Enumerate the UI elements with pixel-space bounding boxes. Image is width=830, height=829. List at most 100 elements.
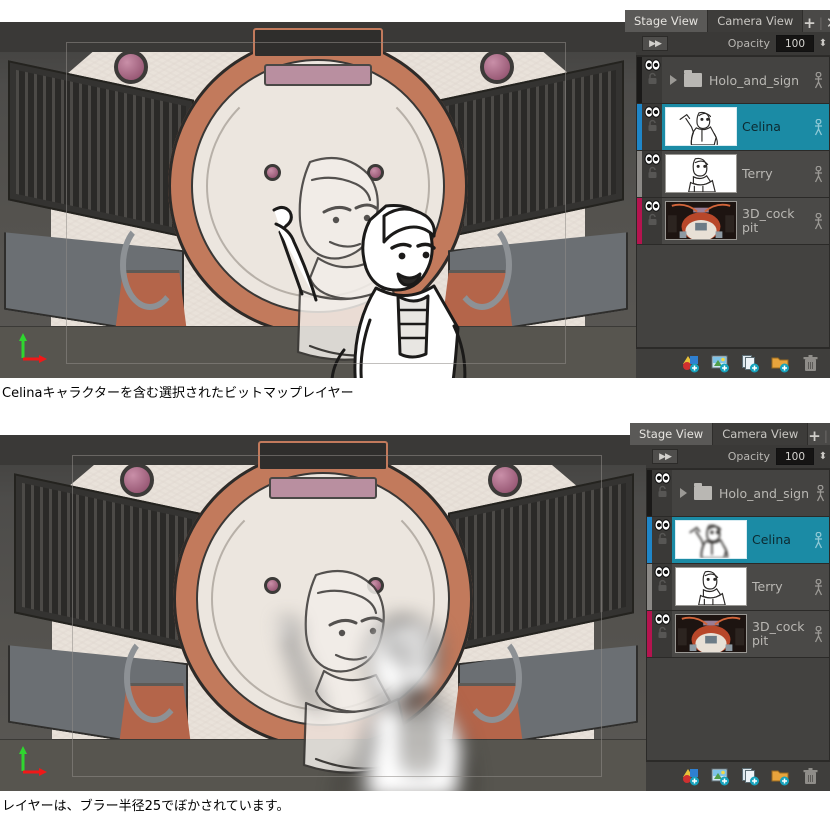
stage-viewport-2[interactable] xyxy=(0,435,646,791)
peg-figure-icon[interactable] xyxy=(813,165,824,183)
layer-name-label: Celina xyxy=(752,531,791,547)
lock-icon[interactable] xyxy=(647,72,658,85)
visibility-column[interactable] xyxy=(642,57,662,103)
eye-visibility-icon[interactable] xyxy=(654,613,671,625)
lock-icon[interactable] xyxy=(657,626,668,639)
add-image-layer-icon[interactable] xyxy=(711,767,730,786)
add-drawing-layer-icon[interactable] xyxy=(681,767,700,786)
button-separator: | xyxy=(823,429,828,443)
opacity-input[interactable]: 100 xyxy=(776,35,814,52)
layer-thumbnail-celina-blurred[interactable] xyxy=(675,520,747,559)
visibility-column[interactable] xyxy=(642,198,662,244)
peg-figure-icon[interactable] xyxy=(813,578,824,596)
close-view-icon[interactable]: ✕ xyxy=(826,14,830,32)
opacity-label: Opacity xyxy=(727,450,770,463)
duplicate-layer-icon[interactable] xyxy=(741,767,760,786)
layer-row-3d-cockpit[interactable]: 3D_cock pit xyxy=(637,198,829,245)
add-image-layer-icon[interactable] xyxy=(711,354,730,373)
layer-name-label: Holo_and_sign xyxy=(709,72,800,88)
opacity-label: Opacity xyxy=(727,37,770,50)
tab-camera-view[interactable]: Camera View xyxy=(713,423,809,445)
visibility-column[interactable] xyxy=(652,564,672,610)
stage-viewport-1[interactable] xyxy=(0,22,636,378)
visibility-column[interactable] xyxy=(642,151,662,197)
add-group-icon[interactable] xyxy=(771,767,790,786)
lock-icon[interactable] xyxy=(647,119,658,132)
peg-column[interactable] xyxy=(809,470,829,516)
layer-name-label: Celina xyxy=(742,118,781,134)
lock-icon[interactable] xyxy=(657,532,668,545)
add-view-icon[interactable]: + xyxy=(808,427,821,445)
opacity-spinner[interactable]: ⬍ xyxy=(814,451,830,461)
eye-visibility-icon[interactable] xyxy=(644,153,661,165)
layer-toolbar-1 xyxy=(636,348,830,378)
screenshot-panel-1: Stage View Camera View + | ✕ ▶▶ Opacity … xyxy=(0,10,830,378)
layer-thumbnail-terry[interactable] xyxy=(675,567,747,606)
layer-row-3d-cockpit[interactable]: 3D_cock pit xyxy=(647,611,829,658)
peg-figure-icon[interactable] xyxy=(813,625,824,643)
peg-column[interactable] xyxy=(807,151,829,197)
add-view-icon[interactable]: + xyxy=(803,14,816,32)
eye-visibility-icon[interactable] xyxy=(644,200,661,212)
visibility-column[interactable] xyxy=(652,470,672,516)
tab-camera-view[interactable]: Camera View xyxy=(708,10,804,32)
chevron-right-icon[interactable] xyxy=(680,488,687,498)
lock-icon[interactable] xyxy=(647,166,658,179)
layer-row-terry[interactable]: Terry xyxy=(647,564,829,611)
y-axis-arrow xyxy=(19,746,27,771)
tab-stage-view[interactable]: Stage View xyxy=(625,10,709,32)
eye-visibility-icon[interactable] xyxy=(654,566,671,578)
eye-visibility-icon[interactable] xyxy=(644,59,661,71)
duplicate-layer-icon[interactable] xyxy=(741,354,760,373)
layer-thumbnail-3d-cockpit[interactable] xyxy=(675,614,747,653)
layer-toolbar-2 xyxy=(646,761,830,791)
peg-column[interactable] xyxy=(807,198,829,244)
add-drawing-layer-icon[interactable] xyxy=(681,354,700,373)
opacity-spinner[interactable]: ⬍ xyxy=(814,38,830,48)
peg-column[interactable] xyxy=(807,564,829,610)
layer-row-holo-and-sign[interactable]: Holo_and_sign xyxy=(637,57,829,104)
peg-column[interactable] xyxy=(807,517,829,563)
layer-row-terry[interactable]: Terry xyxy=(637,151,829,198)
eye-visibility-icon[interactable] xyxy=(644,106,661,118)
peg-column[interactable] xyxy=(807,57,829,103)
visibility-column[interactable] xyxy=(652,517,672,563)
peg-figure-icon[interactable] xyxy=(815,484,826,502)
caption-1: Celinaキャラクターを含む選択されたビットマップレイヤー xyxy=(2,386,354,401)
expand-toolbar-icon[interactable]: ▶▶ xyxy=(642,36,668,51)
folder-icon xyxy=(694,483,712,500)
folder-content[interactable]: Holo_and_sign xyxy=(672,470,809,516)
folder-content[interactable]: Holo_and_sign xyxy=(662,57,807,103)
caption-2: レイヤーは、ブラー半径25でぼかされています。 xyxy=(2,799,290,814)
peg-figure-icon[interactable] xyxy=(813,212,824,230)
peg-column[interactable] xyxy=(807,611,829,657)
chevron-right-icon[interactable] xyxy=(670,75,677,85)
expand-toolbar-icon[interactable]: ▶▶ xyxy=(652,449,678,464)
layer-thumbnail-celina[interactable] xyxy=(665,107,737,146)
peg-column[interactable] xyxy=(807,104,829,150)
tab-stage-view[interactable]: Stage View xyxy=(630,423,714,445)
layer-thumbnail-3d-cockpit[interactable] xyxy=(665,201,737,240)
peg-figure-icon[interactable] xyxy=(813,531,824,549)
layer-row-holo-and-sign[interactable]: Holo_and_sign xyxy=(647,470,829,517)
visibility-column[interactable] xyxy=(652,611,672,657)
lock-icon[interactable] xyxy=(657,485,668,498)
delete-layer-icon[interactable] xyxy=(801,354,820,373)
eye-visibility-icon[interactable] xyxy=(654,472,671,484)
eye-visibility-icon[interactable] xyxy=(654,519,671,531)
panel-window-buttons: + | ✕ xyxy=(808,427,830,445)
layer-row-celina[interactable]: Celina xyxy=(637,104,829,151)
layer-row-celina[interactable]: Celina xyxy=(647,517,829,564)
lock-icon[interactable] xyxy=(657,579,668,592)
peg-figure-icon[interactable] xyxy=(813,71,824,89)
opacity-input[interactable]: 100 xyxy=(776,448,814,465)
add-group-icon[interactable] xyxy=(771,354,790,373)
lock-icon[interactable] xyxy=(647,213,658,226)
visibility-column[interactable] xyxy=(642,104,662,150)
peg-figure-icon[interactable] xyxy=(813,118,824,136)
layer-list-2[interactable]: Holo_and_sign Celina Terry 3D_cock pit xyxy=(646,469,830,761)
layer-thumbnail-terry[interactable] xyxy=(665,154,737,193)
delete-layer-icon[interactable] xyxy=(801,767,820,786)
layer-list-1[interactable]: Holo_and_sign Celina Terry 3D_cock pit xyxy=(636,56,830,348)
axis-gizmo xyxy=(18,745,48,779)
